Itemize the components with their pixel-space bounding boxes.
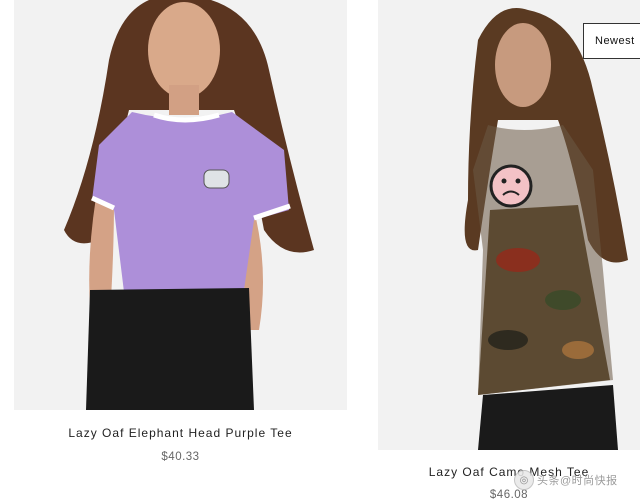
watermark-text: 头条@时尚快报: [537, 475, 618, 487]
product-price: $46.08: [489, 489, 529, 501]
watermark: ◎ 头条@时尚快报: [514, 470, 618, 490]
product-price: $40.33: [161, 451, 200, 463]
product-name[interactable]: Lazy Oaf Elephant Head Purple Tee: [14, 426, 347, 440]
product-image-elephant-tee[interactable]: [14, 0, 347, 410]
sort-dropdown-button[interactable]: Newest: [583, 23, 640, 59]
product-image-camo-mesh-tee[interactable]: [378, 0, 640, 450]
sort-dropdown-label: Newest: [595, 35, 635, 47]
watermark-logo-icon: ◎: [514, 470, 534, 490]
